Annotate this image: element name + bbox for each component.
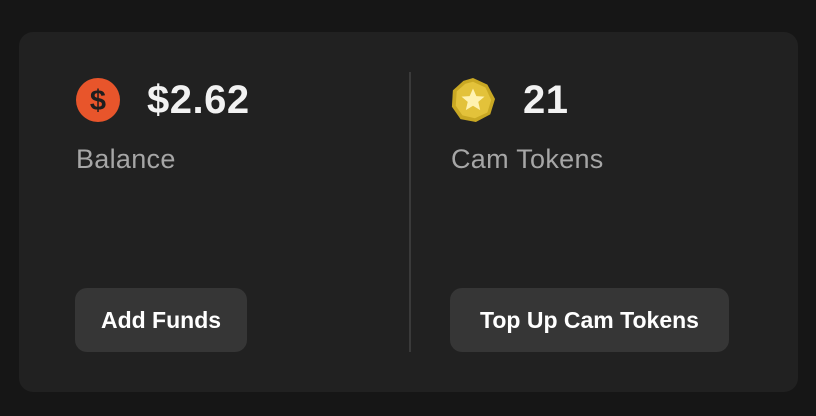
- balance-stat: $ $2.62: [75, 76, 250, 124]
- top-up-cam-tokens-button[interactable]: Top Up Cam Tokens: [450, 288, 729, 352]
- panel-divider: [409, 72, 411, 352]
- star-token-icon: [450, 77, 496, 123]
- balance-label: Balance: [76, 144, 176, 174]
- balance-value: $2.62: [147, 77, 250, 122]
- tokens-value: 21: [523, 77, 569, 122]
- tokens-stat: 21: [450, 76, 569, 124]
- tokens-panel: 21 Cam Tokens Top Up Cam Tokens: [450, 32, 770, 392]
- dollar-coin-icon: $: [75, 77, 121, 123]
- svg-text:$: $: [90, 85, 106, 117]
- wallet-card: $ $2.62 Balance Add Funds 21 Cam Tokens …: [19, 32, 798, 392]
- tokens-label: Cam Tokens: [451, 144, 604, 174]
- add-funds-button[interactable]: Add Funds: [75, 288, 247, 352]
- balance-panel: $ $2.62 Balance Add Funds: [75, 32, 395, 392]
